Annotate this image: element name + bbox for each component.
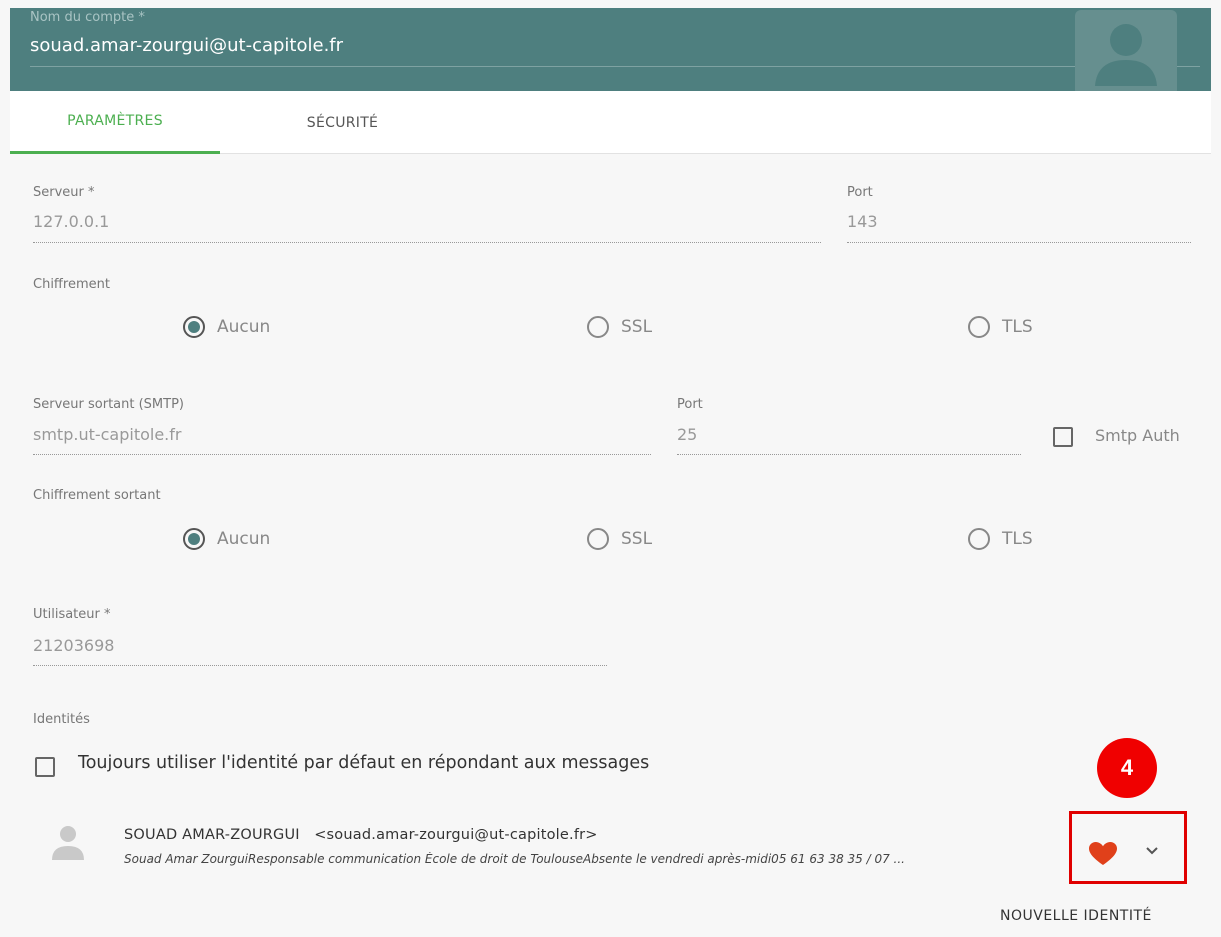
port-label: Port bbox=[847, 185, 873, 200]
encryption-radio-none[interactable]: Aucun bbox=[183, 316, 270, 338]
encryption-label: Chiffrement bbox=[33, 277, 110, 292]
outgoing-encryption-radio-ssl[interactable]: SSL bbox=[587, 528, 652, 550]
account-name-input[interactable]: souad.amar-zourgui@ut-capitole.fr bbox=[30, 35, 343, 56]
account-name-underline bbox=[30, 66, 1200, 67]
smtp-auth-label: Smtp Auth bbox=[1095, 426, 1180, 445]
account-name-label: Nom du compte * bbox=[30, 10, 145, 25]
user-input[interactable]: 21203698 bbox=[33, 636, 114, 655]
radio-unchecked-icon bbox=[587, 316, 609, 338]
server-label: Serveur * bbox=[33, 185, 95, 200]
smtp-server-label: Serveur sortant (SMTP) bbox=[33, 397, 184, 412]
server-underline bbox=[33, 242, 821, 243]
smtp-auth-checkbox[interactable] bbox=[1053, 427, 1073, 447]
smtp-server-input[interactable]: smtp.ut-capitole.fr bbox=[33, 425, 181, 444]
smtp-server-underline bbox=[33, 454, 651, 455]
annotation-step-badge: 4 bbox=[1097, 738, 1157, 798]
tab-securite[interactable]: SÉCURITÉ bbox=[230, 91, 455, 154]
tab-bar: PARAMÈTRES SÉCURITÉ bbox=[10, 91, 1211, 154]
radio-unchecked-icon bbox=[968, 528, 990, 550]
account-header: Nom du compte * souad.amar-zourgui@ut-ca… bbox=[10, 8, 1211, 91]
smtp-port-label: Port bbox=[677, 397, 703, 412]
default-identity-checkbox[interactable] bbox=[35, 757, 55, 777]
identity-row[interactable]: SOUAD AMAR-ZOURGUI <souad.amar-zourgui@u… bbox=[10, 810, 1211, 880]
port-input[interactable]: 143 bbox=[847, 212, 878, 231]
radio-unchecked-icon bbox=[587, 528, 609, 550]
default-identity-label: Toujours utiliser l'identité par défaut … bbox=[78, 753, 650, 773]
smtp-port-underline bbox=[677, 454, 1021, 455]
tab-parametres[interactable]: PARAMÈTRES bbox=[10, 91, 220, 154]
encryption-radio-tls[interactable]: TLS bbox=[968, 316, 1033, 338]
user-underline bbox=[33, 665, 607, 666]
annotation-highlight-box bbox=[1069, 811, 1187, 884]
radio-checked-icon bbox=[183, 528, 205, 550]
smtp-port-input[interactable]: 25 bbox=[677, 425, 697, 444]
server-input[interactable]: 127.0.0.1 bbox=[33, 212, 109, 231]
identity-name: SOUAD AMAR-ZOURGUI <souad.amar-zourgui@u… bbox=[124, 827, 598, 843]
port-underline bbox=[847, 242, 1191, 243]
contact-card-icon bbox=[1075, 10, 1177, 91]
new-identity-button[interactable]: NOUVELLE IDENTITÉ bbox=[1000, 908, 1152, 924]
radio-unchecked-icon bbox=[968, 316, 990, 338]
identities-label: Identités bbox=[33, 712, 90, 727]
identity-signature: Souad Amar ZourguiResponsable communicat… bbox=[124, 852, 905, 866]
outgoing-encryption-label: Chiffrement sortant bbox=[33, 488, 161, 503]
user-label: Utilisateur * bbox=[33, 607, 111, 622]
outgoing-encryption-radio-tls[interactable]: TLS bbox=[968, 528, 1033, 550]
radio-checked-icon bbox=[183, 316, 205, 338]
outgoing-encryption-radio-none[interactable]: Aucun bbox=[183, 528, 270, 550]
encryption-radio-ssl[interactable]: SSL bbox=[587, 316, 652, 338]
person-icon bbox=[52, 826, 84, 860]
